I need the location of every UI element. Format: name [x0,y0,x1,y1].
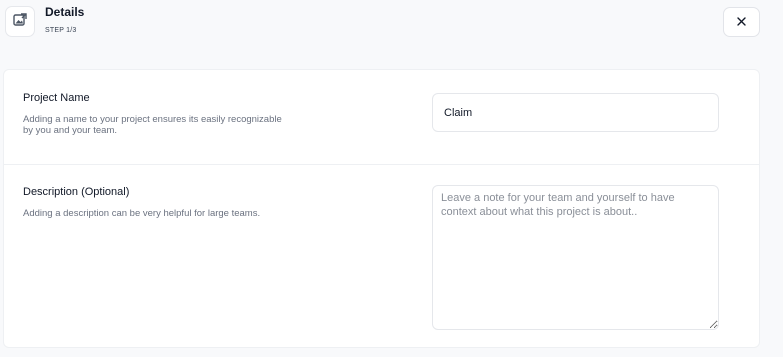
description-textarea[interactable] [432,185,719,330]
modal-title: Details [45,5,85,19]
modal-header: Details STEP 1/3 [0,0,783,60]
swap-image-icon [12,11,28,32]
details-form-card: Project Name Adding a name to your proje… [3,69,760,348]
row-divider [4,164,759,165]
close-button[interactable] [723,7,760,37]
project-name-title: Project Name [23,92,90,104]
project-name-description: Adding a name to your project ensures it… [23,114,282,136]
project-name-input[interactable] [432,93,719,132]
description-title: Description (Optional) [23,186,130,198]
close-icon [737,13,746,31]
description-help-text: Adding a description can be very helpful… [23,208,261,219]
step-indicator: STEP 1/3 [45,27,77,34]
header-icon-box [5,6,35,37]
